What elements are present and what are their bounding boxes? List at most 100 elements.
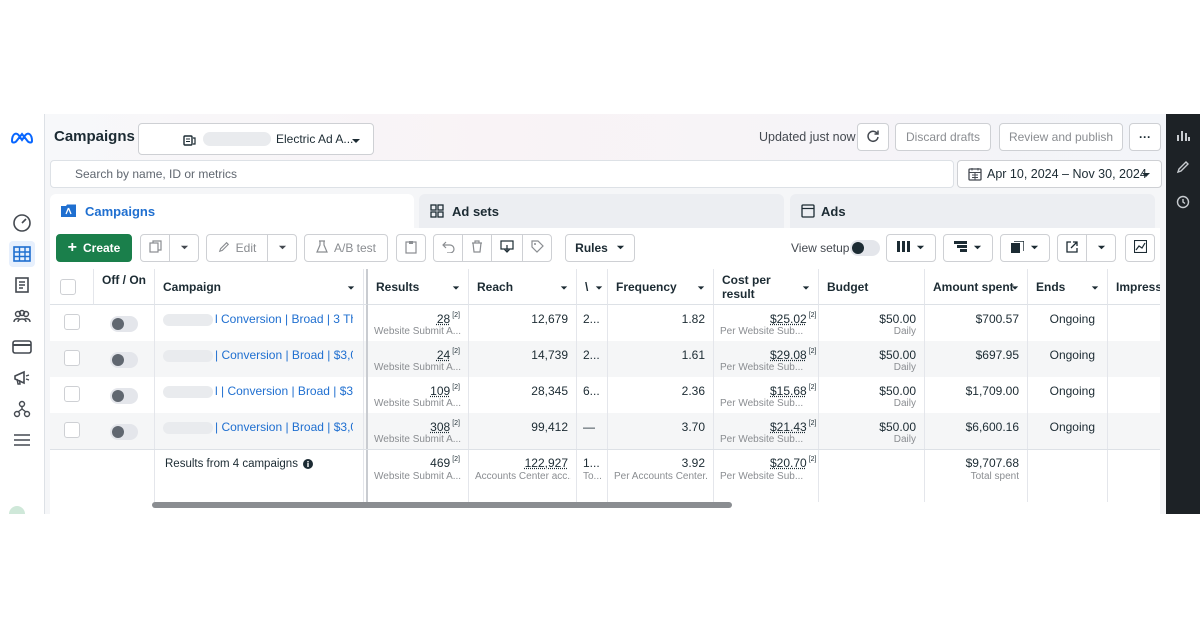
review-publish-button[interactable]: Review and publish: [999, 123, 1123, 151]
edit-button[interactable]: Edit: [206, 234, 268, 262]
chevron-down-icon: [1030, 241, 1039, 255]
folder-icon: [61, 204, 76, 220]
pages-icon[interactable]: [9, 272, 35, 298]
bar-chart-icon[interactable]: [1174, 126, 1192, 144]
campaign-toggle[interactable]: [110, 388, 138, 404]
table-row[interactable]: l | Conversion | Broad | $3,0...109[2]We…: [50, 377, 1160, 413]
results-value[interactable]: 308: [430, 420, 450, 434]
ad-account-icon: [183, 133, 196, 151]
discard-drafts-button[interactable]: Discard drafts: [895, 123, 991, 151]
campaign-link[interactable]: l | Conversion | Broad | $3,0...: [163, 384, 353, 398]
summary-frequency-sub: Per Accounts Center...: [614, 471, 708, 482]
meta-logo-icon[interactable]: [9, 124, 35, 150]
business-tools-icon[interactable]: [9, 396, 35, 422]
breakdown-button[interactable]: [943, 234, 993, 262]
tab-campaigns[interactable]: Campaigns: [50, 194, 414, 228]
megaphone-icon[interactable]: [9, 365, 35, 391]
date-range-picker[interactable]: Apr 10, 2024 – Nov 30, 2024: [957, 160, 1162, 188]
delete-button[interactable]: [462, 234, 492, 262]
history-icon[interactable]: [1174, 193, 1192, 211]
share-dropdown[interactable]: [1086, 234, 1116, 262]
ab-test-button[interactable]: A/B test: [304, 234, 388, 262]
cost-sub: Per Website Sub...: [720, 326, 804, 337]
table-row[interactable]: l Conversion | Broad | 3 Thin...28[2]Web…: [50, 305, 1160, 341]
cost-value[interactable]: $15.68: [770, 384, 807, 398]
header-off-on[interactable]: Off / On: [94, 269, 155, 305]
duplicate-icon: [148, 240, 162, 256]
reports-icon: [1011, 239, 1025, 256]
billing-icon[interactable]: [9, 334, 35, 360]
campaign-link[interactable]: l Conversion | Broad | 3 Thin...: [163, 312, 353, 326]
header-reach[interactable]: Reach: [469, 269, 577, 305]
results-value[interactable]: 109: [430, 384, 450, 398]
row-checkbox[interactable]: [64, 350, 80, 366]
ads-manager-window: Campaigns Electric Ad A... Updated just …: [0, 114, 1200, 514]
campaign-toggle[interactable]: [110, 316, 138, 332]
ends-value: Ongoing: [1049, 312, 1095, 326]
view-setup-toggle[interactable]: [850, 240, 880, 256]
duplicate-dropdown[interactable]: [169, 234, 199, 262]
campaigns-table-icon[interactable]: [9, 241, 35, 267]
more-options-button[interactable]: ···: [1129, 123, 1161, 151]
horizontal-scrollbar[interactable]: [152, 502, 732, 508]
redacted-name: [163, 349, 213, 362]
header-delivery[interactable]: \: [577, 269, 608, 305]
reports-button[interactable]: [1000, 234, 1050, 262]
header-budget[interactable]: Budget: [819, 269, 925, 305]
cost-sub: Per Website Sub...: [720, 362, 804, 373]
campaign-toggle[interactable]: [110, 424, 138, 440]
select-all-checkbox[interactable]: [60, 279, 76, 295]
clipboard-button[interactable]: [396, 234, 426, 262]
header-ends[interactable]: Ends: [1028, 269, 1108, 305]
tag-button[interactable]: [522, 234, 552, 262]
search-input[interactable]: [73, 166, 777, 182]
refresh-button[interactable]: [857, 123, 889, 151]
tab-ad-sets[interactable]: Ad sets: [419, 194, 784, 228]
account-avatar[interactable]: [9, 506, 25, 514]
search-bar[interactable]: [50, 160, 954, 188]
columns-button[interactable]: [886, 234, 936, 262]
header-amount-spent[interactable]: Amount spent: [925, 269, 1028, 305]
pencil-icon[interactable]: [1174, 158, 1192, 176]
line-chart-icon: [1133, 239, 1147, 256]
menu-icon[interactable]: [9, 427, 35, 453]
table-row[interactable]: | Conversion | Broad | $3,0... 24 [2] Websi…: [50, 341, 1160, 377]
row-checkbox[interactable]: [64, 422, 80, 438]
cost-value[interactable]: $21.43: [770, 420, 807, 434]
duplicate-button[interactable]: [140, 234, 170, 262]
refresh-icon: [866, 129, 880, 146]
header-cost-per-result[interactable]: Cost per result: [714, 269, 819, 305]
header-impressions[interactable]: Impressio: [1108, 269, 1160, 305]
create-button[interactable]: + Create: [56, 234, 132, 262]
edit-dropdown[interactable]: [267, 234, 297, 262]
row-checkbox[interactable]: [64, 386, 80, 402]
table-row[interactable]: | Conversion | Broad | $3,0... 308 [2] Webs…: [50, 413, 1160, 449]
tab-ads-label: Ads: [821, 204, 846, 219]
campaign-toggle[interactable]: [110, 352, 138, 368]
account-selector[interactable]: Electric Ad A...: [138, 123, 374, 155]
sort-down-icon: [347, 281, 355, 295]
sort-down-icon: [452, 281, 460, 295]
export-button[interactable]: [491, 234, 523, 262]
results-value[interactable]: 28: [437, 312, 450, 326]
cost-value[interactable]: $29.08: [770, 348, 807, 362]
row-checkbox[interactable]: [64, 314, 80, 330]
tab-ads[interactable]: Ads: [790, 194, 1155, 228]
charts-button[interactable]: [1125, 234, 1155, 262]
rules-button[interactable]: Rules: [565, 234, 635, 262]
header-campaign[interactable]: Campaign: [155, 269, 364, 305]
results-value[interactable]: 24: [437, 348, 450, 362]
cost-value[interactable]: $25.02: [770, 312, 807, 326]
campaign-link[interactable]: | Conversion | Broad | $3,0...: [163, 348, 353, 362]
campaign-name: | Conversion | Broad | $3,0...: [215, 348, 353, 362]
tag-icon: [530, 240, 544, 256]
campaign-link[interactable]: | Conversion | Broad | $3,0...: [163, 420, 353, 434]
summary-label-cell: Results from 4 campaigns: [155, 450, 364, 502]
dashboard-icon[interactable]: [9, 210, 35, 236]
header-results[interactable]: Results: [368, 269, 469, 305]
header-frequency[interactable]: Frequency: [608, 269, 714, 305]
share-button[interactable]: [1057, 234, 1087, 262]
audiences-icon[interactable]: [9, 303, 35, 329]
undo-button[interactable]: [433, 234, 463, 262]
info-icon[interactable]: [303, 458, 313, 472]
